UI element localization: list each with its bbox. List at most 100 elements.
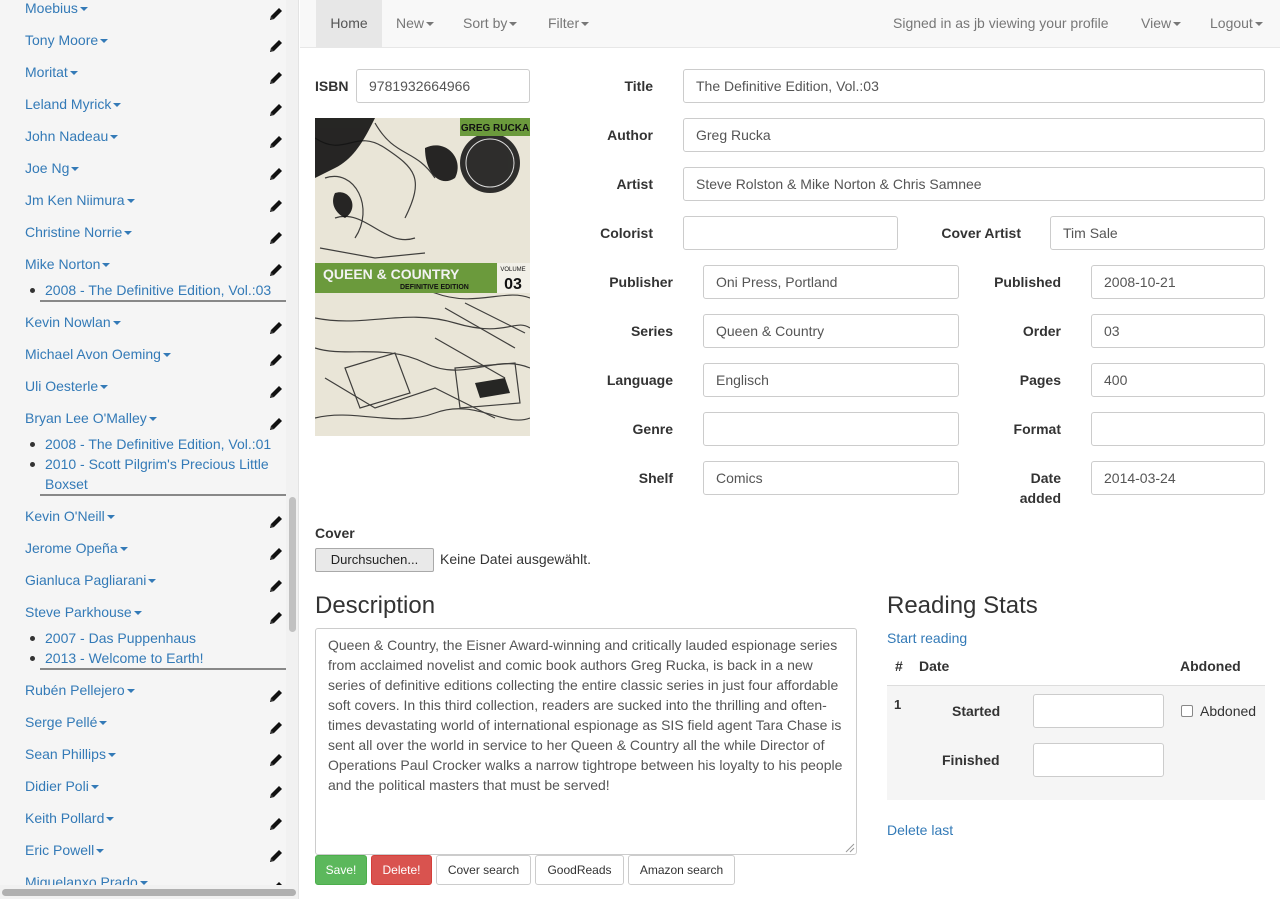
edit-pencil-icon[interactable] xyxy=(268,97,284,116)
author-dropdown-link[interactable]: Uli Oesterle xyxy=(25,378,98,394)
edit-pencil-icon[interactable] xyxy=(268,33,284,52)
shelf-field[interactable]: Comics xyxy=(703,461,959,495)
author-dropdown-link[interactable]: Bryan Lee O'Malley xyxy=(25,410,147,426)
book-link[interactable]: 2013 - Welcome to Earth! xyxy=(45,650,203,666)
finished-field[interactable] xyxy=(1033,743,1164,777)
edit-pencil-icon[interactable] xyxy=(268,509,284,528)
title-field[interactable]: The Definitive Edition, Vol.:03 xyxy=(683,69,1265,103)
finished-label: Finished xyxy=(942,752,1000,768)
author-dropdown-link[interactable]: Kevin Nowlan xyxy=(25,314,111,330)
author-dropdown-link[interactable]: Moritat xyxy=(25,64,68,80)
colorist-field[interactable] xyxy=(683,216,898,250)
edit-pencil-icon[interactable] xyxy=(268,779,284,798)
edit-pencil-icon[interactable] xyxy=(268,347,284,366)
nav-home[interactable]: Home xyxy=(316,0,382,48)
sidebar-author-item: Serge Pellé xyxy=(0,706,286,738)
edit-pencil-icon[interactable] xyxy=(268,129,284,148)
author-dropdown-link[interactable]: Didier Poli xyxy=(25,778,89,794)
nav-logout-dropdown[interactable]: Logout xyxy=(1210,0,1263,48)
nav-view-dropdown[interactable]: View xyxy=(1141,0,1182,48)
series-field[interactable]: Queen & Country xyxy=(703,314,959,348)
edit-pencil-icon[interactable] xyxy=(268,193,284,212)
scrollbar-thumb-horizontal[interactable] xyxy=(2,889,296,896)
edit-pencil-icon[interactable] xyxy=(268,1,284,20)
author-field[interactable]: Greg Rucka xyxy=(683,118,1265,152)
author-dropdown-link[interactable]: Leland Myrick xyxy=(25,96,111,112)
edit-pencil-icon[interactable] xyxy=(268,315,284,334)
author-dropdown-link[interactable]: Jerome Opeña xyxy=(25,540,118,556)
author-dropdown-link[interactable]: Gianluca Pagliarani xyxy=(25,572,146,588)
format-field[interactable] xyxy=(1091,412,1265,446)
chevron-down-icon xyxy=(100,39,109,44)
author-dropdown-link[interactable]: Mike Norton xyxy=(25,256,100,272)
edit-pencil-icon[interactable] xyxy=(268,843,284,862)
author-dropdown-link[interactable]: Jm Ken Niimura xyxy=(25,192,125,208)
resize-handle-icon[interactable] xyxy=(845,843,855,853)
isbn-field[interactable]: 9781932664966 xyxy=(356,69,530,103)
cover-search-button[interactable]: Cover search xyxy=(436,855,531,885)
started-field[interactable] xyxy=(1033,694,1164,728)
nav-sort-dropdown[interactable]: Sort by xyxy=(463,0,518,48)
sidebar-vertical-scrollbar[interactable] xyxy=(286,0,298,885)
book-link[interactable]: 2008 - The Definitive Edition, Vol.:03 xyxy=(45,282,271,298)
nav-new-dropdown[interactable]: New xyxy=(396,0,435,48)
edit-pencil-icon[interactable] xyxy=(268,747,284,766)
language-field[interactable]: Englisch xyxy=(703,363,959,397)
chevron-down-icon xyxy=(1254,22,1263,27)
edit-pencil-icon[interactable] xyxy=(268,379,284,398)
nav-home-label: Home xyxy=(330,15,368,31)
date-added-field[interactable]: 2014-03-24 xyxy=(1091,461,1265,495)
sidebar-author-item: Didier Poli xyxy=(0,770,286,802)
edit-pencil-icon[interactable] xyxy=(268,605,284,624)
author-dropdown-link[interactable]: Michael Avon Oeming xyxy=(25,346,161,362)
book-link[interactable]: 2007 - Das Puppenhaus xyxy=(45,630,196,646)
published-field[interactable]: 2008-10-21 xyxy=(1091,265,1265,299)
description-textarea[interactable]: Queen & Country, the Eisner Award-winnin… xyxy=(315,628,857,855)
abdoned-checkbox[interactable] xyxy=(1181,705,1193,717)
author-dropdown-link[interactable]: John Nadeau xyxy=(25,128,108,144)
author-dropdown-link[interactable]: Kevin O'Neill xyxy=(25,508,105,524)
edit-pencil-icon[interactable] xyxy=(268,225,284,244)
cover-artist-field[interactable]: Tim Sale xyxy=(1050,216,1265,250)
delete-button[interactable]: Delete! xyxy=(371,855,432,885)
save-button[interactable]: Save! xyxy=(315,855,367,885)
nav-filter-dropdown[interactable]: Filter xyxy=(548,0,590,48)
edit-pencil-icon[interactable] xyxy=(268,257,284,276)
author-dropdown-link[interactable]: Rubén Pellejero xyxy=(25,682,125,698)
chevron-down-icon xyxy=(148,417,157,422)
edit-pencil-icon[interactable] xyxy=(268,65,284,84)
author-dropdown-link[interactable]: Eric Powell xyxy=(25,842,94,858)
book-link[interactable]: 2010 - Scott Pilgrim's Precious Little B… xyxy=(45,456,269,492)
stats-col-num: # xyxy=(895,658,903,674)
delete-last-link[interactable]: Delete last xyxy=(887,822,953,838)
author-dropdown-link[interactable]: Christine Norrie xyxy=(25,224,122,240)
author-dropdown-link[interactable]: Joe Ng xyxy=(25,160,69,176)
start-reading-link[interactable]: Start reading xyxy=(887,630,967,646)
pages-field[interactable]: 400 xyxy=(1091,363,1265,397)
order-field[interactable]: 03 xyxy=(1091,314,1265,348)
author-list: Moebius Tony Moore Moritat Leland Myrick Joh… xyxy=(0,0,286,898)
author-dropdown-link[interactable]: Moebius xyxy=(25,0,78,16)
author-dropdown-link[interactable]: Keith Pollard xyxy=(25,810,104,826)
author-dropdown-link[interactable]: Tony Moore xyxy=(25,32,98,48)
edit-pencil-icon[interactable] xyxy=(268,411,284,430)
book-link[interactable]: 2008 - The Definitive Edition, Vol.:01 xyxy=(45,436,271,452)
browse-file-button[interactable]: Durchsuchen... xyxy=(315,548,434,572)
author-dropdown-link[interactable]: Serge Pellé xyxy=(25,714,97,730)
edit-pencil-icon[interactable] xyxy=(268,161,284,180)
sidebar-horizontal-scrollbar[interactable] xyxy=(0,885,298,899)
scrollbar-thumb[interactable] xyxy=(289,497,296,632)
genre-field[interactable] xyxy=(703,412,959,446)
publisher-field[interactable]: Oni Press, Portland xyxy=(703,265,959,299)
edit-pencil-icon[interactable] xyxy=(268,811,284,830)
abdoned-checkbox-label: Abdoned xyxy=(1200,703,1257,719)
author-dropdown-link[interactable]: Steve Parkhouse xyxy=(25,604,132,620)
artist-field[interactable]: Steve Rolston & Mike Norton & Chris Samn… xyxy=(683,167,1265,201)
goodreads-button[interactable]: GoodReads xyxy=(535,855,624,885)
edit-pencil-icon[interactable] xyxy=(268,683,284,702)
edit-pencil-icon[interactable] xyxy=(268,573,284,592)
edit-pencil-icon[interactable] xyxy=(268,715,284,734)
author-dropdown-link[interactable]: Sean Phillips xyxy=(25,746,106,762)
edit-pencil-icon[interactable] xyxy=(268,541,284,560)
amazon-search-button[interactable]: Amazon search xyxy=(628,855,735,885)
